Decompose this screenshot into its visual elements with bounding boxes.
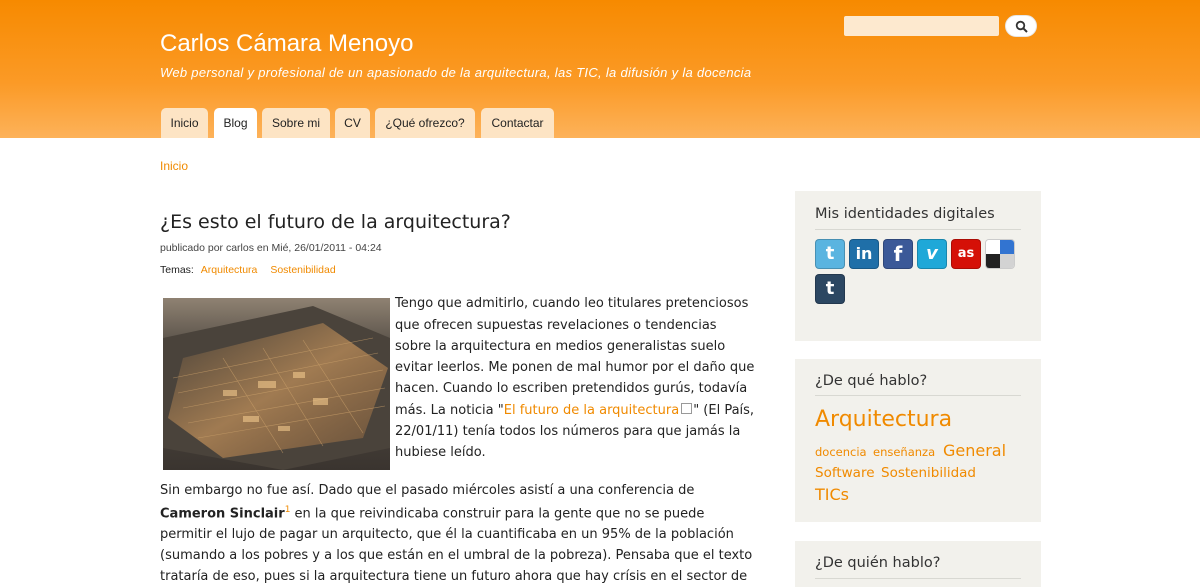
tumblr-icon[interactable]: t [815,274,845,304]
block-title: ¿De quién hablo? [815,555,941,571]
post-body-text: que ofrecen supuestas revelaciones o ten… [395,318,717,333]
post-body-text: evitar leerlos. Me ponen de mal humor po… [395,360,755,375]
tab-blog[interactable]: Blog [214,108,257,138]
tag-ensenanza[interactable]: enseñanza [873,445,935,459]
tag-general[interactable]: General [943,441,1006,460]
post-terms: Temas: Arquitectura Sostenibilidad [160,264,342,276]
twitter-icon[interactable]: t [815,239,845,269]
post-body-text: más. La noticia " [395,403,504,418]
block-digital-identities: Mis identidades digitales t in f v as t [795,191,1041,341]
breadcrumb: Inicio [160,159,188,173]
vimeo-icon[interactable]: v [917,239,947,269]
block-title: Mis identidades digitales [815,206,995,222]
site-slogan: Web personal y profesional de un apasion… [160,65,752,80]
breadcrumb-home-link[interactable]: Inicio [160,159,188,173]
block-divider [815,395,1021,396]
search-icon [1015,20,1028,33]
external-link-icon [681,403,693,414]
post-body-text: hacen. Cuando lo escriben pretendidos gu… [395,381,748,396]
post-body-text: hubiese leído. [395,445,486,460]
tag-sostenibilidad[interactable]: Sostenibilidad [881,465,976,481]
post-image-aerial-city [163,298,390,470]
search-input[interactable] [844,16,999,36]
search-button[interactable] [1005,15,1037,37]
tab-contactar[interactable]: Contactar [481,108,554,138]
tab-inicio[interactable]: Inicio [161,108,208,138]
post-body-text: en la que reivindicaba construir para la… [290,506,705,522]
tag-docencia[interactable]: docencia [815,445,867,459]
tag-software[interactable]: Software [815,465,875,481]
block-divider [815,229,1021,230]
tag-arquitectura[interactable]: Arquitectura [815,407,952,432]
site-header: Carlos Cámara Menoyo Web personal y prof… [0,0,1200,138]
post-body-text: " (El País, [693,403,755,418]
post-body-text: Tengo que admitirlo, cuando leo titulare… [395,296,749,311]
facebook-icon[interactable]: f [883,239,913,269]
post-body-text: permitir el lujo de pagar un arquitecto,… [160,527,734,542]
post-title[interactable]: ¿Es esto el futuro de la arquitectura? [160,211,511,233]
tab-sobre-mi[interactable]: Sobre mi [262,108,330,138]
tag-tics[interactable]: TICs [815,485,849,504]
block-topics: ¿De qué hablo? Arquitectura docencia ens… [795,359,1041,522]
post-body-text: (sumando a los pobres y a los que están … [160,548,753,563]
delicious-icon[interactable] [985,239,1015,269]
block-who: ¿De quién hablo? [795,541,1041,587]
tab-cv[interactable]: CV [335,108,370,138]
post-body-text: 22/01/11) tenía todos los números para q… [395,424,741,439]
site-name[interactable]: Carlos Cámara Menoyo [160,30,413,58]
terms-label: Temas: [160,264,194,276]
post-body-text-with-link: más. La noticia "El futuro de la arquite… [395,403,754,418]
post-body-text: sobre la arquitectura en medios generali… [395,339,726,354]
cameron-sinclair-name: Cameron Sinclair [160,506,285,522]
lastfm-icon[interactable]: as [951,239,981,269]
linkedin-icon[interactable]: in [849,239,879,269]
block-divider [815,578,1021,579]
post-body-text: Sin embargo no fue así. Dado que el pasa… [160,483,695,498]
external-article-link[interactable]: El futuro de la arquitectura [504,403,679,418]
term-link[interactable]: Arquitectura [201,264,258,276]
post-submitted: publicado por carlos en Mié, 26/01/2011 … [160,242,382,254]
tab-que-ofrezco[interactable]: ¿Qué ofrezco? [375,108,475,138]
term-link[interactable]: Sostenibilidad [270,264,335,276]
post-body-text-with-name: Cameron Sinclair1 en la que reivindicaba… [160,505,704,521]
block-title: ¿De qué hablo? [815,373,928,389]
post-body-text: trataría de eso, pues si la arquitectura… [160,569,748,584]
